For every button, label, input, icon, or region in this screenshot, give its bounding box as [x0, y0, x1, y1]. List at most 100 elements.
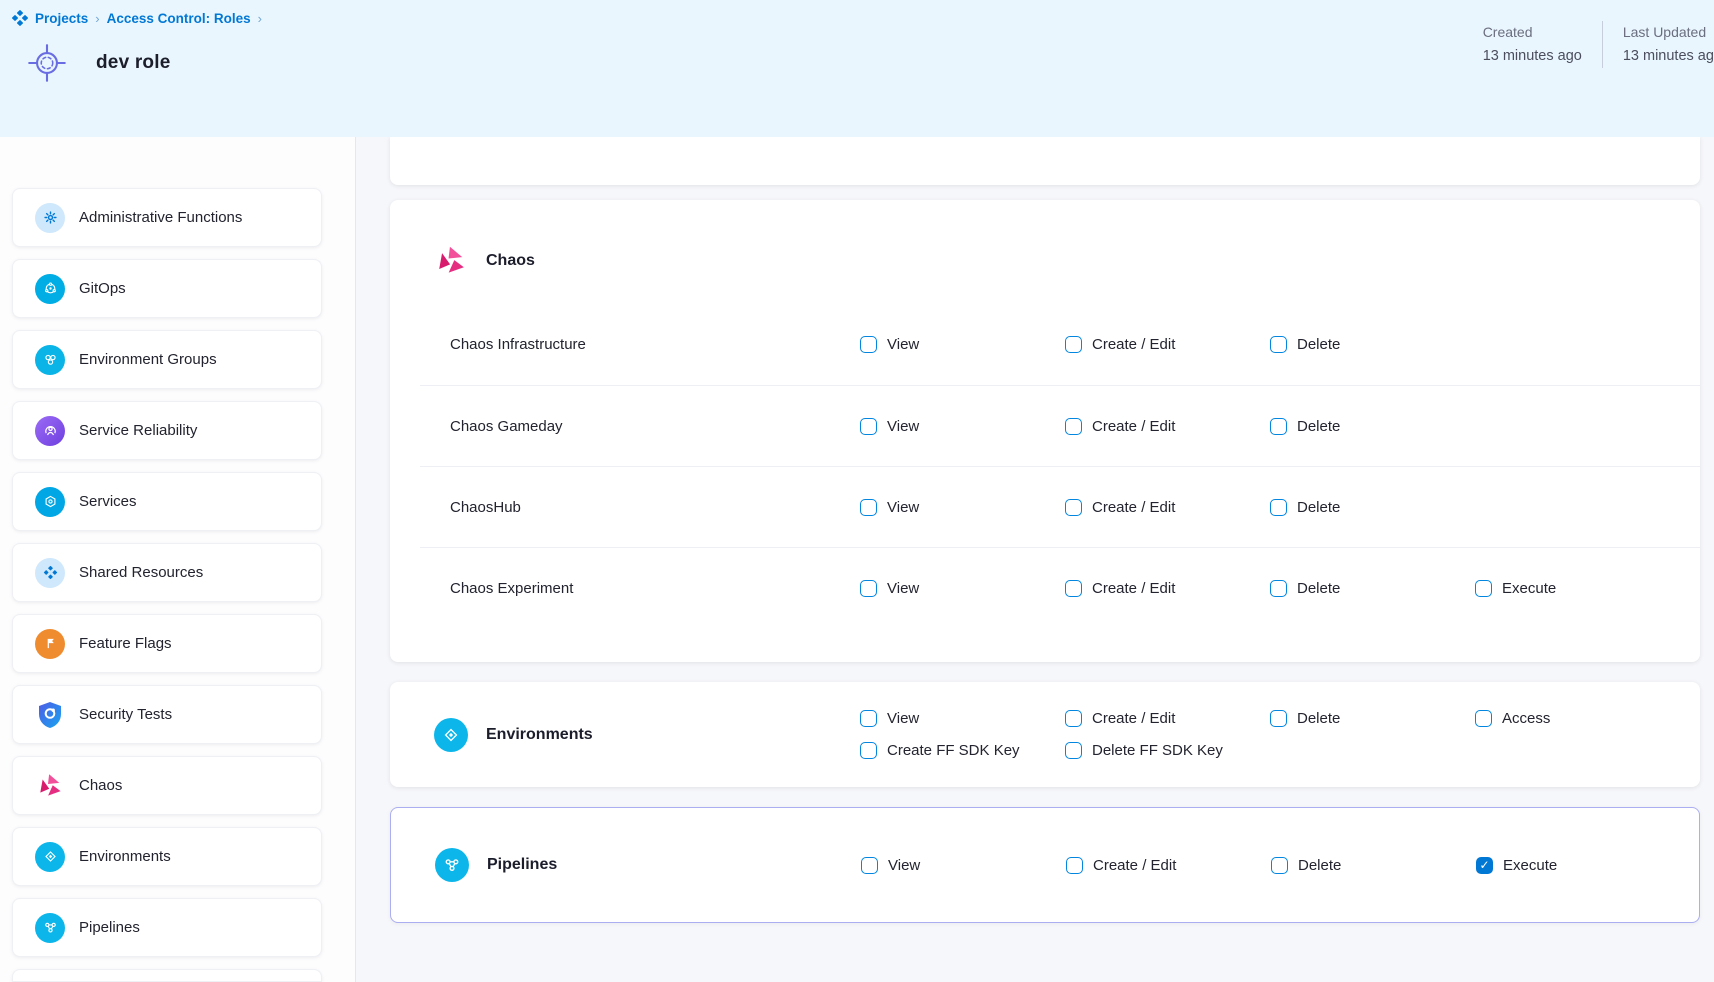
permission-checkbox-view[interactable]: View: [861, 857, 1066, 874]
permission-checkbox-execute[interactable]: Execute: [1476, 857, 1699, 874]
sidebar-item-service-reliability[interactable]: Service Reliability: [12, 401, 322, 460]
permission-checkbox-create-edit[interactable]: Create / Edit: [1065, 580, 1270, 597]
feature-flags-icon: [35, 629, 65, 659]
breadcrumb-projects[interactable]: Projects: [35, 11, 88, 26]
chaos-permission-rows: Chaos Infrastructure View Create / Edit …: [420, 304, 1700, 636]
checkbox-icon[interactable]: [860, 710, 877, 727]
sidebar-item-label: GitOps: [79, 280, 126, 297]
permission-checkbox-view[interactable]: View: [860, 710, 1065, 727]
breadcrumb-separator: ›: [95, 11, 99, 26]
checkbox-icon[interactable]: [1270, 580, 1287, 597]
checkbox-icon[interactable]: [860, 499, 877, 516]
section-header: Environments: [434, 718, 860, 752]
sidebar-item-chaos[interactable]: Chaos: [12, 756, 322, 815]
checkbox-icon[interactable]: [1475, 580, 1492, 597]
checkbox-icon[interactable]: [1065, 742, 1082, 759]
last-updated-value: 13 minutes ago: [1623, 44, 1714, 68]
resource-row-label: ChaosHub: [450, 499, 860, 516]
permissions-panel: Chaos Chaos Infrastructure View Create /…: [356, 137, 1714, 982]
permission-checkbox-view[interactable]: View: [860, 418, 1065, 435]
permission-checkbox-view[interactable]: View: [860, 336, 1065, 353]
sidebar-item-environment-groups[interactable]: Environment Groups: [12, 330, 322, 389]
permission-checkbox-create-edit[interactable]: Create / Edit: [1065, 710, 1270, 727]
checkbox-icon[interactable]: [1270, 499, 1287, 516]
sidebar-item-label: Chaos: [79, 777, 122, 794]
checkbox-icon[interactable]: [860, 336, 877, 353]
breadcrumb-separator: ›: [258, 11, 262, 26]
row-chaos-experiment: Chaos Experiment View Create / Edit Dele…: [420, 547, 1700, 628]
checkbox-icon[interactable]: [1066, 857, 1083, 874]
checkbox-icon[interactable]: [1065, 418, 1082, 435]
sidebar-item-feature-flags[interactable]: Feature Flags: [12, 614, 322, 673]
environment-groups-icon: [35, 345, 65, 375]
section-pipelines: Pipelines View Create / Edit Delete Exec…: [390, 807, 1700, 923]
permission-checkbox-delete[interactable]: Delete: [1270, 710, 1475, 727]
checkbox-icon[interactable]: [1271, 857, 1288, 874]
projects-icon: [12, 10, 28, 26]
permission-checkbox-access[interactable]: Access: [1475, 710, 1700, 727]
checkbox-icon[interactable]: [1065, 580, 1082, 597]
checkbox-icon[interactable]: [1476, 857, 1493, 874]
permission-label: Delete: [1297, 336, 1340, 353]
permission-label: View: [887, 418, 919, 435]
sidebar-item-administrative-functions[interactable]: Administrative Functions: [12, 188, 322, 247]
permission-checkbox-create-edit[interactable]: Create / Edit: [1065, 418, 1270, 435]
checkbox-icon[interactable]: [1270, 710, 1287, 727]
permission-checkbox-execute[interactable]: Execute: [1475, 580, 1700, 597]
checkbox-icon[interactable]: [860, 742, 877, 759]
permission-checkbox-delete[interactable]: Delete: [1270, 336, 1475, 353]
checkbox-icon[interactable]: [1270, 336, 1287, 353]
sidebar-item-shared-resources[interactable]: Shared Resources: [12, 543, 322, 602]
section-environments: Environments View Create / Edit Delete A…: [390, 682, 1700, 787]
permission-label: View: [887, 710, 919, 727]
permission-checkbox-delete[interactable]: Delete: [1270, 580, 1475, 597]
permission-checkbox-delete-ff-sdk-key[interactable]: Delete FF SDK Key: [1065, 742, 1270, 759]
breadcrumb-access-control-roles[interactable]: Access Control: Roles: [107, 11, 251, 26]
permission-checkbox-delete[interactable]: Delete: [1271, 857, 1476, 874]
permission-checkbox-create-edit[interactable]: Create / Edit: [1065, 336, 1270, 353]
permission-checkbox-delete[interactable]: Delete: [1270, 418, 1475, 435]
permission-label: Create / Edit: [1092, 580, 1175, 597]
section-title-chaos: Chaos: [486, 252, 535, 270]
checkbox-icon[interactable]: [1065, 710, 1082, 727]
permission-checkbox-view[interactable]: View: [860, 580, 1065, 597]
checkbox-icon[interactable]: [1475, 710, 1492, 727]
permission-label: View: [888, 857, 920, 874]
permission-label: Execute: [1503, 857, 1557, 874]
checkbox-icon[interactable]: [860, 580, 877, 597]
sidebar-item-gitops[interactable]: GitOps: [12, 259, 322, 318]
permission-label: Delete FF SDK Key: [1092, 742, 1223, 759]
gitops-icon: [35, 274, 65, 304]
row-environments: Environments View Create / Edit Delete A…: [390, 710, 1700, 759]
checkbox-icon[interactable]: [1270, 418, 1287, 435]
checkbox-icon[interactable]: [1065, 336, 1082, 353]
sidebar-item-environments[interactable]: Environments: [12, 827, 322, 886]
permission-checkbox-create-edit[interactable]: Create / Edit: [1065, 499, 1270, 516]
sidebar-item-pipelines[interactable]: Pipelines: [12, 898, 322, 957]
permission-label: Execute: [1502, 580, 1556, 597]
checkbox-icon[interactable]: [860, 418, 877, 435]
row-chaoshub: ChaosHub View Create / Edit Delete: [420, 466, 1700, 547]
permission-checkbox-create-ff-sdk-key[interactable]: Create FF SDK Key: [860, 742, 1065, 759]
sidebar-item-label: Environments: [79, 848, 171, 865]
section-header: Pipelines: [435, 848, 861, 882]
last-updated-label: Last Updated: [1623, 21, 1714, 44]
resource-row-label: Chaos Gameday: [450, 418, 860, 435]
admin-functions-icon: [35, 203, 65, 233]
permission-checkbox-view[interactable]: View: [860, 499, 1065, 516]
sidebar-item-partial[interactable]: [12, 969, 322, 982]
checkbox-icon[interactable]: [1065, 499, 1082, 516]
environments-permissions: View Create / Edit Delete Access Create …: [860, 710, 1700, 759]
checkbox-icon[interactable]: [861, 857, 878, 874]
permission-label: Create FF SDK Key: [887, 742, 1020, 759]
permission-checkbox-create-edit[interactable]: Create / Edit: [1066, 857, 1271, 874]
row-chaos-gameday: Chaos Gameday View Create / Edit Delete: [420, 385, 1700, 466]
sidebar-item-services[interactable]: Services: [12, 472, 322, 531]
page-title: dev role: [96, 52, 170, 74]
permission-label: View: [887, 580, 919, 597]
scrolled-card-partial: [390, 137, 1700, 185]
permission-label: Create / Edit: [1092, 710, 1175, 727]
permission-checkbox-delete[interactable]: Delete: [1270, 499, 1475, 516]
sidebar-item-security-tests[interactable]: Security Tests: [12, 685, 322, 744]
sidebar-item-list: Administrative Functions GitOps Environm…: [12, 188, 355, 957]
